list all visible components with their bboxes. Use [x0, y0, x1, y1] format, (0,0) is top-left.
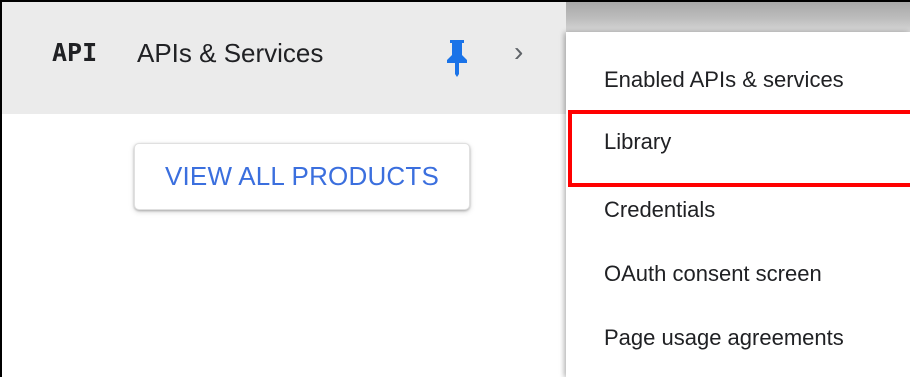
submenu: Enabled APIs & services Library Credenti…: [566, 32, 910, 377]
chevron-right-icon[interactable]: ›: [514, 36, 523, 68]
menu-item-label: Library: [604, 129, 672, 154]
pin-icon[interactable]: [442, 38, 472, 78]
menu-item-page-usage-agreements[interactable]: Page usage agreements: [566, 310, 910, 366]
menu-item-credentials[interactable]: Credentials: [566, 182, 910, 238]
menu-item-label: Enabled APIs & services: [604, 67, 844, 92]
view-all-products-button[interactable]: VIEW ALL PRODUCTS: [134, 143, 470, 210]
menu-item-oauth-consent-screen[interactable]: OAuth consent screen: [566, 246, 910, 302]
top-bar-backdrop: [566, 2, 910, 32]
menu-item-label: Credentials: [604, 197, 716, 222]
menu-item-enabled-apis[interactable]: Enabled APIs & services: [566, 52, 910, 108]
page-title: APIs & Services: [137, 38, 324, 68]
menu-item-label: Page usage agreements: [604, 325, 844, 350]
menu-item-library[interactable]: Library: [566, 114, 910, 170]
api-logo: API: [52, 38, 98, 67]
menu-item-label: OAuth consent screen: [604, 261, 822, 286]
